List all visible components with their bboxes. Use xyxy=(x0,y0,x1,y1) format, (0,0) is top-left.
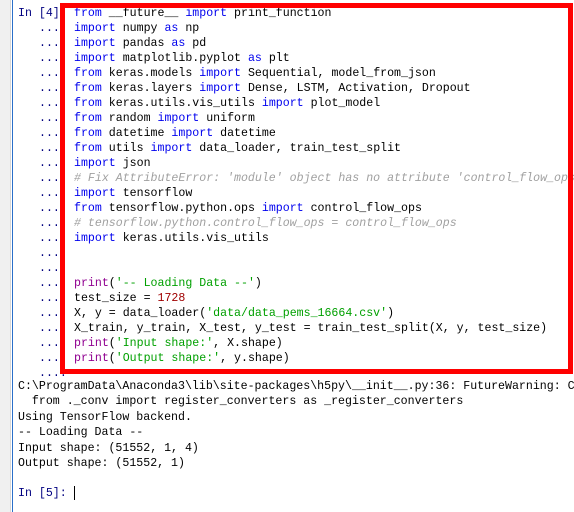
output-line: -- Loading Data -- xyxy=(18,426,144,440)
next-input-prompt: In [5]: xyxy=(18,487,67,500)
highlight-annotation-box xyxy=(60,3,573,374)
text-cursor xyxy=(74,486,75,500)
cell-selection-bar xyxy=(12,0,13,512)
output-line: C:\ProgramData\Anaconda3\lib\site-packag… xyxy=(18,380,574,393)
output-line: Using TensorFlow backend. xyxy=(18,410,192,424)
left-gutter xyxy=(0,0,11,512)
output-line: Input shape: (51552, 1, 4) xyxy=(18,441,199,455)
output-line: from ._conv import register_converters a… xyxy=(18,395,464,409)
output-line: Output shape: (51552, 1) xyxy=(18,457,185,470)
